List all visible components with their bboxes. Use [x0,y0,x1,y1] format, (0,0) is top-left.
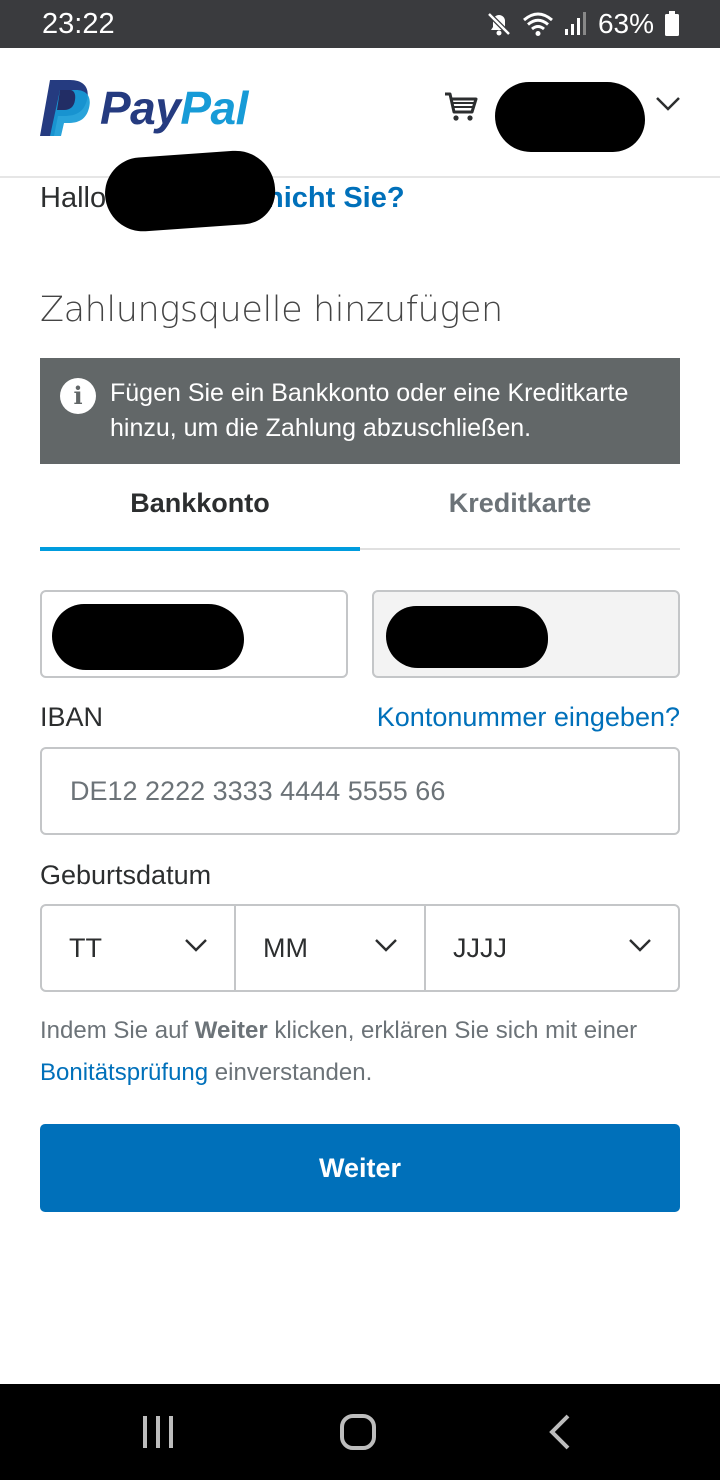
greeting: Hallo nicht Sie? [40,182,405,215]
paypal-logo[interactable]: Pay Pal [40,80,248,136]
battery-percent: 63% [597,8,654,39]
wifi-icon [522,12,553,36]
tab-kreditkarte[interactable]: Kreditkarte [360,466,680,548]
first-name-redacted [52,604,244,670]
app-header: Pay Pal [0,48,720,178]
last-name-redacted [386,606,548,668]
page-title: Zahlungsquelle hinzufügen [40,290,503,330]
chevron-down-icon[interactable] [655,96,681,112]
month-select[interactable]: MM [234,906,424,990]
logo-word-pay: Pay [100,82,181,134]
info-icon: i [60,378,96,414]
continue-button[interactable]: Weiter [40,1124,680,1212]
mute-icon [487,12,511,36]
logo-word-pal: Pal [180,82,248,134]
info-notice: i Fügen Sie ein Bankkonto oder eine Kred… [40,358,680,464]
status-time: 23:22 [42,8,115,40]
chevron-down-icon [185,939,207,952]
first-name-field[interactable] [40,590,348,678]
paypal-logo-icon [40,80,90,136]
year-select-value: JJJJ [453,933,507,963]
last-name-field[interactable] [372,590,680,678]
chevron-down-icon [629,939,651,952]
greeting-hello: Hallo [40,182,107,214]
consent-bold: Weiter [194,1017,268,1044]
account-name-redacted[interactable] [495,82,645,152]
iban-label: IBAN [40,702,104,732]
chevron-down-icon [375,939,397,952]
consent-text-1: Indem Sie auf [40,1017,195,1044]
tab-bankkonto[interactable]: Bankkonto [40,466,360,551]
status-icons: 63% [486,8,680,39]
credit-check-link[interactable]: Bonitätsprüfung [40,1059,208,1086]
credit-check-consent: Indem Sie auf Weiter klicken, erklären S… [40,1010,690,1094]
birthdate-label: Geburtsdatum [40,860,212,890]
home-icon[interactable] [340,1414,376,1450]
account-number-link[interactable]: Kontonummer eingeben? [377,702,680,733]
month-select-value: MM [263,933,308,963]
system-nav-bar [0,1384,720,1480]
birthdate-selects: TT MM JJJJ [40,904,680,992]
cart-icon[interactable] [444,92,478,122]
user-name-redacted [102,148,278,234]
signal-icon [564,12,586,35]
not-you-link[interactable]: nicht Sie? [266,182,405,215]
year-select[interactable]: JJJJ [424,906,678,990]
payment-source-tabs: Bankkonto Kreditkarte [40,466,680,551]
consent-text-2: klicken, erklären Sie sich mit einer [267,1017,638,1044]
recent-apps-icon[interactable] [140,1414,176,1450]
notice-text: Fügen Sie ein Bankkonto oder eine Kredit… [110,379,629,442]
day-select[interactable]: TT [42,906,234,990]
day-select-value: TT [69,933,102,963]
back-icon[interactable] [548,1414,572,1450]
iban-input[interactable] [40,747,680,835]
battery-icon [665,11,679,36]
status-bar: 23:22 63% [0,0,720,48]
consent-text-3: einverstanden. [208,1059,373,1086]
